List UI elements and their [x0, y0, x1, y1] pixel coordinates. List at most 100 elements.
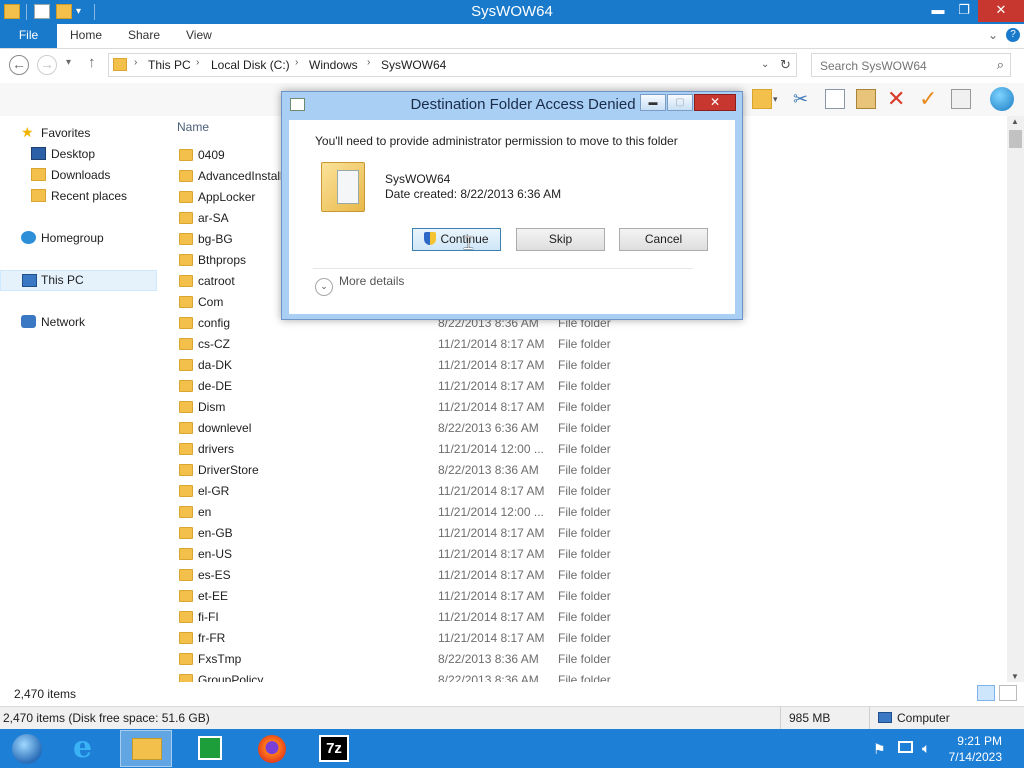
details-view-button[interactable]	[977, 685, 995, 701]
search-box[interactable]: ⌕	[811, 53, 1011, 77]
address-history-icon[interactable]: ⌄	[761, 59, 769, 70]
network-status-icon[interactable]	[898, 741, 913, 753]
firefox-button[interactable]	[246, 730, 298, 767]
tab-home[interactable]: Home	[70, 24, 102, 48]
cut-icon[interactable]: ✂	[793, 89, 813, 109]
item-name: et-EE	[198, 589, 229, 603]
dropdown-icon[interactable]: ▾	[773, 89, 783, 109]
item-date: 8/22/2013 8:36 AM	[438, 652, 539, 666]
item-date: 11/21/2014 8:17 AM	[438, 610, 545, 624]
copy-icon[interactable]	[825, 89, 845, 109]
tab-file[interactable]: File	[0, 24, 57, 48]
list-item[interactable]: da-DK 11/21/2014 8:17 AM File folder	[157, 355, 1007, 376]
dialog-minimize-button[interactable]: ▬	[640, 94, 666, 111]
computer-icon	[22, 274, 37, 287]
dialog-maximize-button[interactable]: ▢	[667, 94, 693, 111]
title-bar: ▾ SysWOW64 ▬ ❐ ✕	[0, 0, 1024, 24]
computer-icon	[878, 712, 892, 723]
breadcrumb-this-pc[interactable]: This PC	[148, 58, 191, 72]
recent-locations-icon[interactable]: ▾	[66, 57, 71, 68]
properties-icon[interactable]	[951, 89, 971, 109]
nav-desktop[interactable]: Desktop	[0, 144, 157, 165]
search-input[interactable]	[818, 58, 992, 74]
list-item[interactable]: fr-FR 11/21/2014 8:17 AM File folder	[157, 628, 1007, 649]
dialog-icon	[290, 98, 305, 111]
nav-recent-places[interactable]: Recent places	[0, 186, 157, 207]
more-details-toggle[interactable]: ⌄ More details	[315, 274, 404, 296]
cancel-button[interactable]: Cancel	[619, 228, 708, 251]
scroll-up-arrow[interactable]: ▲	[1011, 117, 1019, 126]
7zip-button[interactable]: 7z	[308, 730, 360, 767]
network-icon	[21, 315, 36, 328]
address-bar[interactable]: › This PC › Local Disk (C:) › Windows › …	[108, 53, 797, 77]
nav-network[interactable]: Network	[0, 312, 157, 333]
paste-icon[interactable]	[856, 89, 876, 109]
rename-icon[interactable]: ✓	[919, 88, 939, 110]
list-item[interactable]: el-GR 11/21/2014 8:17 AM File folder	[157, 481, 1007, 502]
dialog-close-button[interactable]: ✕	[694, 94, 736, 111]
up-button[interactable]: ↑	[88, 54, 96, 71]
forward-button[interactable]: →	[37, 55, 57, 75]
nav-this-pc[interactable]: This PC	[0, 270, 157, 291]
list-item[interactable]: en-GB 11/21/2014 8:17 AM File folder	[157, 523, 1007, 544]
list-item[interactable]: Dism 11/21/2014 8:17 AM File folder	[157, 397, 1007, 418]
minimize-button[interactable]: ▬	[925, 0, 951, 22]
item-type: File folder	[558, 610, 611, 624]
back-button[interactable]: ←	[9, 55, 29, 75]
list-item[interactable]: en 11/21/2014 12:00 ... File folder	[157, 502, 1007, 523]
list-item[interactable]: FxsTmp 8/22/2013 8:36 AM File folder	[157, 649, 1007, 670]
store-button[interactable]	[184, 730, 236, 767]
item-name: FxsTmp	[198, 652, 242, 666]
chevron-right-icon[interactable]: ›	[367, 57, 370, 68]
list-item[interactable]: en-US 11/21/2014 8:17 AM File folder	[157, 544, 1007, 565]
close-button[interactable]: ✕	[978, 0, 1024, 22]
continue-button[interactable]: Continue	[412, 228, 501, 251]
internet-explorer-button[interactable]: e	[60, 730, 112, 767]
maximize-button[interactable]: ❐	[951, 0, 977, 22]
help-icon[interactable]: ?	[1006, 28, 1020, 42]
list-item[interactable]: et-EE 11/21/2014 8:17 AM File folder	[157, 586, 1007, 607]
search-icon[interactable]: ⌕	[997, 57, 1004, 73]
list-item[interactable]: de-DE 11/21/2014 8:17 AM File folder	[157, 376, 1007, 397]
skip-button[interactable]: Skip	[516, 228, 605, 251]
nav-label: Homegroup	[41, 231, 104, 245]
large-icons-view-button[interactable]	[999, 685, 1017, 701]
scrollbar-thumb[interactable]	[1009, 130, 1022, 148]
nav-favorites[interactable]: ★ Favorites	[0, 123, 157, 144]
globe-icon[interactable]	[990, 87, 1014, 111]
tab-share[interactable]: Share	[128, 24, 160, 48]
action-center-flag-icon[interactable]: ⚑	[873, 741, 886, 758]
vertical-scrollbar[interactable]: ▲ ▼	[1007, 116, 1024, 682]
file-explorer-button[interactable]	[120, 730, 172, 767]
start-button[interactable]	[2, 730, 54, 767]
expand-ribbon-icon[interactable]: ⌄	[988, 28, 998, 42]
list-item[interactable]: DriverStore 8/22/2013 8:36 AM File folder	[157, 460, 1007, 481]
chevron-right-icon[interactable]: ›	[134, 57, 137, 68]
system-clock[interactable]: 9:21 PM 7/14/2023	[949, 733, 1002, 765]
list-item[interactable]: GroupPolicy 8/22/2013 8:36 AM File folder	[157, 670, 1007, 682]
list-item[interactable]: es-ES 11/21/2014 8:17 AM File folder	[157, 565, 1007, 586]
list-item[interactable]: drivers 11/21/2014 12:00 ... File folder	[157, 439, 1007, 460]
item-name: de-DE	[198, 379, 233, 393]
breadcrumb-local-disk[interactable]: Local Disk (C:)	[211, 58, 290, 72]
scroll-down-arrow[interactable]: ▼	[1011, 672, 1019, 681]
tab-view[interactable]: View	[186, 24, 212, 48]
item-name: cs-CZ	[198, 337, 230, 351]
breadcrumb-windows[interactable]: Windows	[309, 58, 358, 72]
column-header-name[interactable]: Name	[177, 120, 209, 134]
volume-muted-icon[interactable]: 🔈︎	[922, 740, 930, 757]
delete-icon[interactable]: ✕	[887, 88, 907, 110]
chevron-right-icon[interactable]: ›	[295, 57, 298, 68]
item-type: File folder	[558, 400, 611, 414]
uac-shield-icon	[424, 232, 437, 245]
refresh-icon[interactable]: ↻	[780, 57, 791, 73]
chevron-right-icon[interactable]: ›	[196, 57, 199, 68]
list-item[interactable]: fi-FI 11/21/2014 8:17 AM File folder	[157, 607, 1007, 628]
nav-downloads[interactable]: Downloads	[0, 165, 157, 186]
list-item[interactable]: downlevel 8/22/2013 6:36 AM File folder	[157, 418, 1007, 439]
item-date: 8/22/2013 8:36 AM	[438, 673, 539, 682]
nav-homegroup[interactable]: Homegroup	[0, 228, 157, 249]
list-item[interactable]: cs-CZ 11/21/2014 8:17 AM File folder	[157, 334, 1007, 355]
breadcrumb-syswow64[interactable]: SysWOW64	[381, 58, 446, 72]
folder-options-icon[interactable]	[752, 89, 772, 109]
